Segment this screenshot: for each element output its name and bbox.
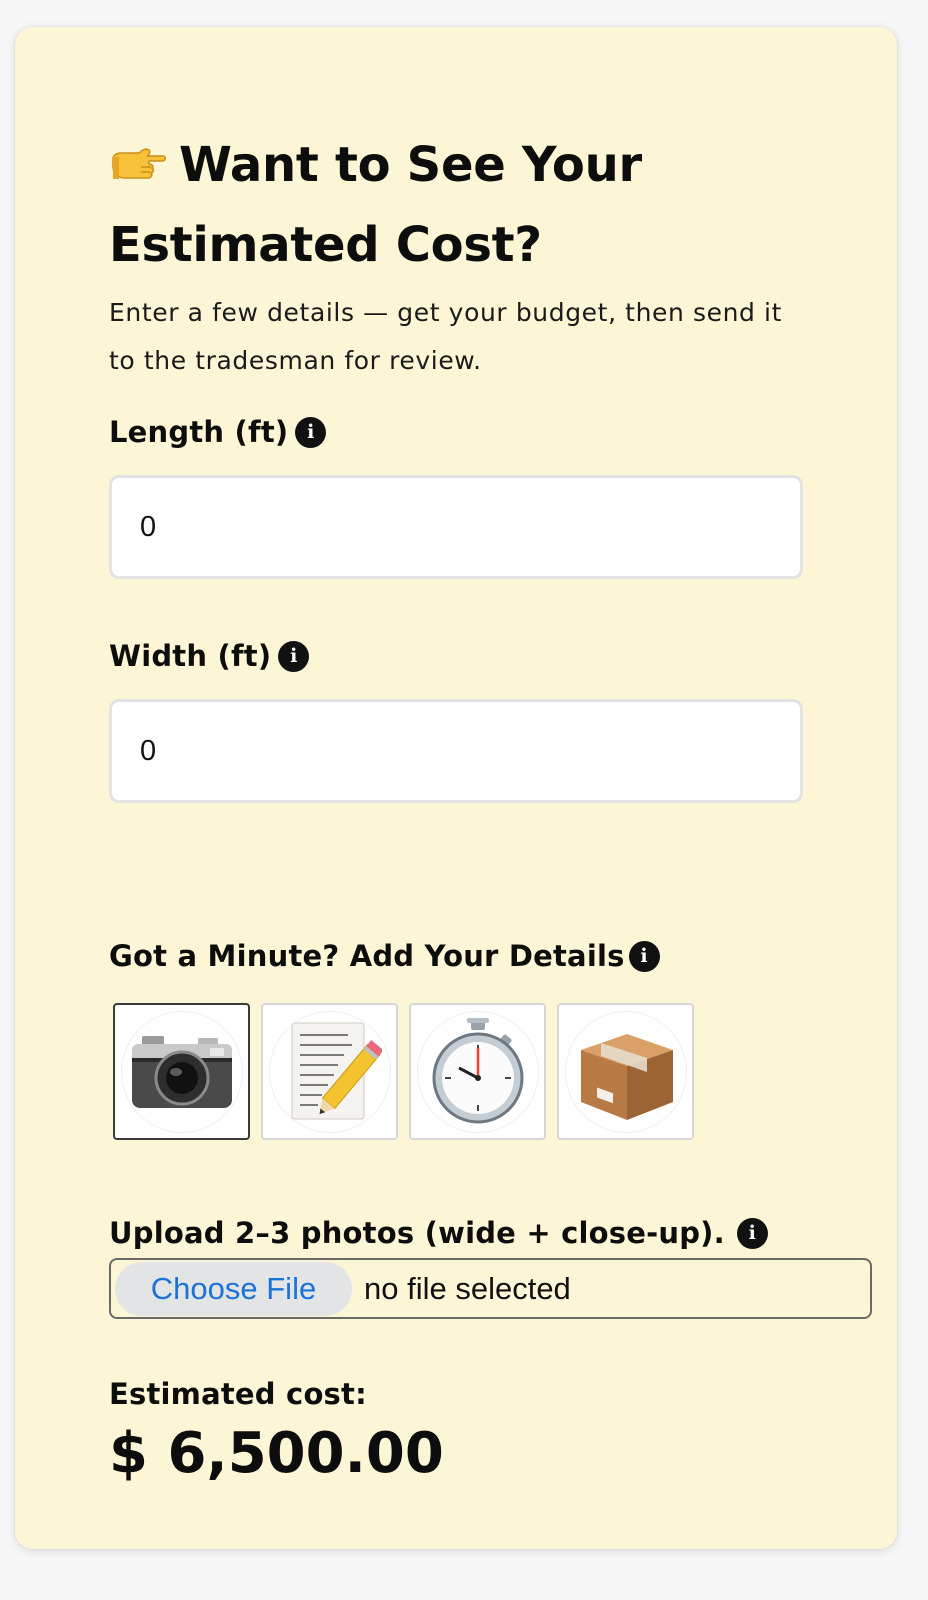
info-icon[interactable]: i <box>736 1217 768 1249</box>
width-input[interactable] <box>109 699 803 803</box>
pointing-hand-icon <box>109 131 167 207</box>
title-line-2: Estimated Cost? <box>109 217 542 273</box>
detail-option-camera[interactable] <box>113 1003 250 1140</box>
stopwatch-icon <box>432 1017 523 1123</box>
title-line-1: Want to See Your <box>179 137 642 193</box>
estimated-cost-value: $ 6,500.00 <box>109 1421 444 1486</box>
info-icon[interactable]: i <box>628 940 660 972</box>
estimate-card: Want to See Your Estimated Cost? Enter a… <box>15 27 897 1549</box>
detail-options <box>113 1003 889 1140</box>
info-icon[interactable]: i <box>295 416 327 448</box>
package-box-icon <box>580 1033 673 1120</box>
length-input[interactable] <box>109 475 803 579</box>
info-icon[interactable]: i <box>278 640 310 672</box>
file-status: no file selected <box>364 1270 571 1306</box>
detail-option-notes[interactable] <box>261 1003 398 1140</box>
detail-option-timer[interactable] <box>409 1003 546 1140</box>
memo-pencil-icon <box>291 1022 382 1119</box>
estimate-form: Want to See Your Estimated Cost? Enter a… <box>109 127 889 1486</box>
width-label-text: Width (ft) <box>109 639 272 673</box>
subtitle: Enter a few details — get your budget, t… <box>109 298 782 375</box>
length-label: Length (ft) i <box>109 415 889 449</box>
camera-icon <box>131 1035 232 1108</box>
file-upload-field[interactable]: Choose File no file selected <box>109 1258 872 1319</box>
choose-file-button[interactable]: Choose File <box>115 1261 352 1316</box>
details-label: Got a Minute? Add Your Details i <box>109 939 889 973</box>
upload-label-text: Upload 2–3 photos (wide + close-up). <box>109 1216 725 1250</box>
estimated-cost-label-text: Estimated cost: <box>109 1377 367 1411</box>
width-label: Width (ft) i <box>109 639 889 673</box>
estimated-cost-label: Estimated cost: <box>109 1377 889 1411</box>
page-title: Want to See Your Estimated Cost? <box>109 127 889 283</box>
length-label-text: Length (ft) <box>109 415 289 449</box>
detail-option-package[interactable] <box>557 1003 694 1140</box>
upload-label: Upload 2–3 photos (wide + close-up). i <box>109 1216 889 1250</box>
details-label-text: Got a Minute? Add Your Details <box>109 939 625 973</box>
